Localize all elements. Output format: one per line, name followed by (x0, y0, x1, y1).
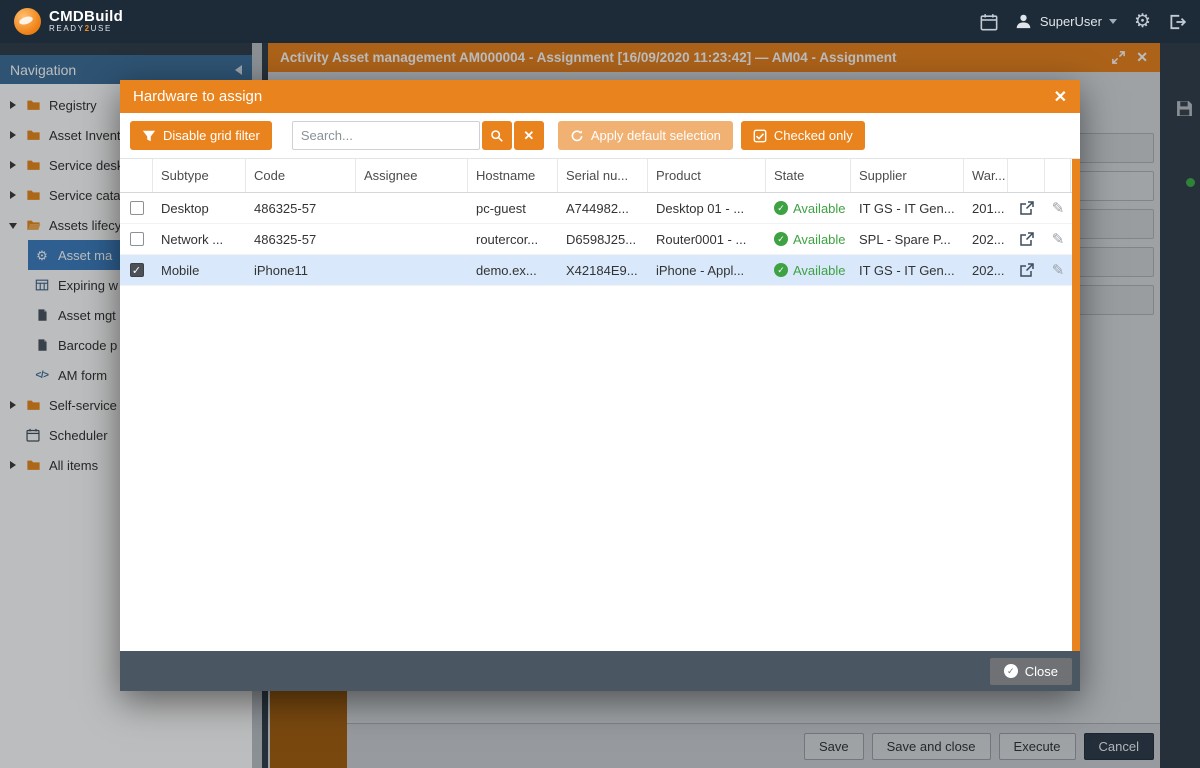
edit-pencil-icon[interactable]: ✎ (1052, 261, 1065, 279)
user-icon (1015, 13, 1033, 31)
filter-icon (142, 129, 156, 143)
column-header-subtype[interactable]: Subtype (153, 159, 246, 192)
cell-hostname: routercor... (468, 224, 558, 254)
column-header-assignee[interactable]: Assignee (356, 159, 468, 192)
search-input[interactable] (292, 121, 480, 150)
cell-warranty: 202... (964, 255, 1008, 285)
column-header-serial[interactable]: Serial nu... (558, 159, 648, 192)
refresh-icon (570, 129, 584, 143)
header-checkbox-column (120, 159, 153, 192)
column-header-actions (1008, 159, 1045, 192)
row-checkbox[interactable] (130, 201, 144, 215)
calendar-icon[interactable] (980, 13, 998, 31)
cell-hostname: pc-guest (468, 193, 558, 223)
cell-supplier: SPL - Spare P... (851, 224, 964, 254)
column-header-warranty[interactable]: War... (964, 159, 1008, 192)
chevron-down-icon (1109, 19, 1117, 24)
available-check-icon: ✓ (774, 263, 788, 277)
cell-state: ✓ Available (766, 224, 851, 254)
checked-only-button[interactable]: Checked only (741, 121, 865, 150)
search-group: ✕ (292, 121, 544, 150)
cmdbuild-logo: CMDBuild READY2USE (14, 8, 123, 35)
open-card-icon[interactable] (1019, 262, 1035, 278)
user-menu[interactable]: SuperUser (1015, 13, 1117, 31)
disable-grid-filter-button[interactable]: Disable grid filter (130, 121, 272, 150)
apply-default-selection-button[interactable]: Apply default selection (558, 121, 733, 150)
check-circle-icon: ✓ (1004, 664, 1018, 678)
grid-header-row: Subtype Code Assignee Hostname Serial nu… (120, 159, 1080, 193)
cell-state: ✓ Available (766, 255, 851, 285)
hardware-grid: Subtype Code Assignee Hostname Serial nu… (120, 159, 1080, 651)
row-checkbox[interactable] (130, 232, 144, 246)
table-row[interactable]: Mobile iPhone11 demo.ex... X42184E9... i… (120, 255, 1080, 286)
logout-icon[interactable] (1168, 13, 1186, 31)
cell-serial: A744982... (558, 193, 648, 223)
close-modal-icon[interactable]: ✕ (1054, 87, 1067, 107)
available-check-icon: ✓ (774, 232, 788, 246)
cell-product: Desktop 01 - ... (648, 193, 766, 223)
edit-pencil-icon[interactable]: ✎ (1052, 230, 1065, 248)
search-icon (490, 129, 504, 143)
column-header-supplier[interactable]: Supplier (851, 159, 964, 192)
cell-subtype: Mobile (153, 255, 246, 285)
cell-code: iPhone11 (246, 255, 356, 285)
cell-hostname: demo.ex... (468, 255, 558, 285)
modal-header: Hardware to assign ✕ (120, 80, 1080, 113)
cell-assignee (356, 224, 468, 254)
clear-search-button[interactable]: ✕ (514, 121, 544, 150)
table-row[interactable]: Network ... 486325-57 routercor... D6598… (120, 224, 1080, 255)
cmdbuild-logo-icon (14, 8, 41, 35)
column-header-state[interactable]: State (766, 159, 851, 192)
cell-warranty: 201... (964, 193, 1008, 223)
open-card-icon[interactable] (1019, 231, 1035, 247)
close-button[interactable]: ✓ Close (990, 658, 1072, 685)
column-header-product[interactable]: Product (648, 159, 766, 192)
cmdbuild-app: CMDBuild READY2USE SuperUser ⚙ (0, 0, 1200, 768)
cell-code: 486325-57 (246, 193, 356, 223)
cell-subtype: Network ... (153, 224, 246, 254)
row-checkbox[interactable] (130, 263, 144, 277)
cell-state: ✓ Available (766, 193, 851, 223)
cell-serial: X42184E9... (558, 255, 648, 285)
brand-subtitle: READY2USE (49, 25, 123, 33)
brand-name: CMDBuild (49, 9, 123, 25)
user-name: SuperUser (1040, 14, 1102, 29)
cell-assignee (356, 255, 468, 285)
modal-toolbar: Disable grid filter ✕ Apply default sele… (120, 113, 1080, 159)
modal-title: Hardware to assign (133, 88, 1054, 105)
cell-supplier: IT GS - IT Gen... (851, 193, 964, 223)
cell-serial: D6598J25... (558, 224, 648, 254)
top-bar: CMDBuild READY2USE SuperUser ⚙ (0, 0, 1200, 43)
cell-warranty: 202... (964, 224, 1008, 254)
table-row[interactable]: Desktop 486325-57 pc-guest A744982... De… (120, 193, 1080, 224)
available-check-icon: ✓ (774, 201, 788, 215)
column-header-actions (1045, 159, 1071, 192)
checkbox-check-icon (753, 129, 767, 143)
cell-product: Router0001 - ... (648, 224, 766, 254)
open-card-icon[interactable] (1019, 200, 1035, 216)
cell-subtype: Desktop (153, 193, 246, 223)
cell-code: 486325-57 (246, 224, 356, 254)
cell-assignee (356, 193, 468, 223)
edit-pencil-icon[interactable]: ✎ (1052, 199, 1065, 217)
column-header-hostname[interactable]: Hostname (468, 159, 558, 192)
hardware-to-assign-modal: Hardware to assign ✕ Disable grid filter… (120, 80, 1080, 691)
cell-product: iPhone - Appl... (648, 255, 766, 285)
cell-supplier: IT GS - IT Gen... (851, 255, 964, 285)
grid-scrollbar[interactable] (1072, 159, 1080, 651)
clear-icon: ✕ (523, 128, 534, 144)
column-header-code[interactable]: Code (246, 159, 356, 192)
modal-footer: ✓ Close (120, 651, 1080, 691)
search-button[interactable] (482, 121, 512, 150)
settings-gear-icon[interactable]: ⚙ (1134, 13, 1151, 31)
